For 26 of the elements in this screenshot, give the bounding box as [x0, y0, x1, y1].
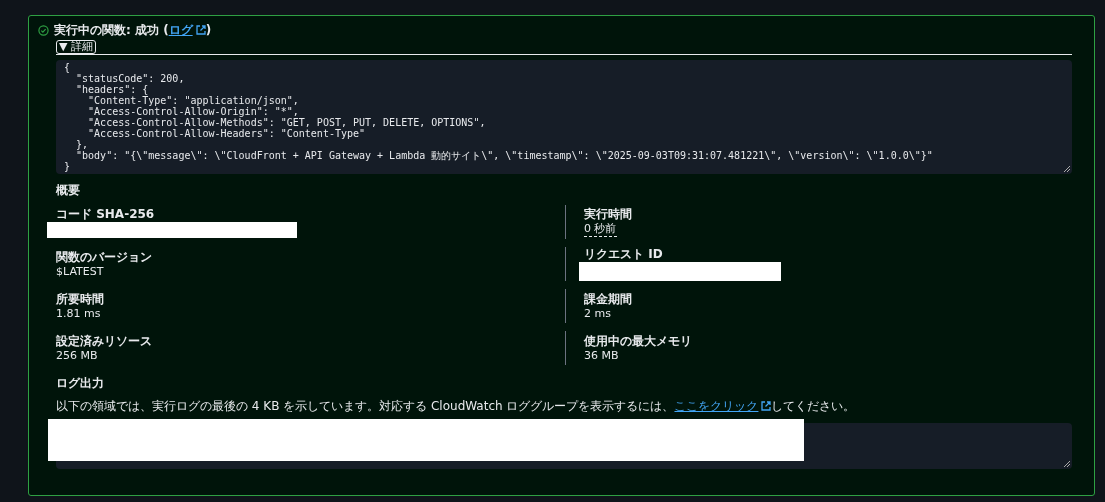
field-value: 36 MB: [584, 348, 620, 363]
field-label: 所要時間: [56, 291, 105, 307]
section-heading: ログ出力: [56, 375, 105, 392]
response-output: { "statusCode": 200, "headers": { "Content-Type": "application/json", "Access-Control-Allow-Origin": "*", "Access-Control-Allow-Methods": "GET, POST, PUT, DELETE, OPTIONS", "Access-Control-Allow-Headers": "Content-Type" }, "body": "{\"message\": \"CloudFront + API Gateway + Lambda 動的サイト\", \"timestamp\": \"2025-09-03T09:31:07.481221\", \"version\": \"1.0.0\"}" }: [56, 60, 1072, 174]
field-label: 課金期間: [584, 291, 633, 307]
details-toggle[interactable]: ▼ 詳細: [56, 40, 97, 54]
status-message: 実行中の関数: 成功 (ログ ): [54, 22, 212, 39]
section-heading: 概要: [56, 182, 81, 199]
field-label: 実行時間: [584, 207, 633, 222]
log-description: 以下の領域では、実行ログの最後の 4 KB を示しています。対応する CloudWatch ロググループを表示するには、ここをクリック してください。: [56, 398, 857, 415]
field-value: 1.81 ms: [56, 306, 102, 321]
external-link-icon[interactable]: [761, 401, 772, 411]
click-here-link[interactable]: ここをクリック: [674, 399, 759, 413]
field-value[interactable]: 0 秒前: [584, 222, 617, 237]
field-label: コード SHA-256: [56, 206, 156, 222]
log-link[interactable]: ログ: [168, 23, 193, 37]
field-label: 使用中の最大メモリ: [584, 333, 693, 349]
external-link-icon[interactable]: [195, 25, 206, 35]
field-label: 関数のバージョン: [56, 249, 153, 265]
field-value: $LATEST: [56, 264, 105, 279]
field-label: 設定済みリソース: [56, 333, 153, 349]
field-value: 2 ms: [584, 306, 612, 321]
field-label: リクエスト ID: [584, 247, 664, 262]
resize-handle-icon[interactable]: [1063, 460, 1070, 467]
resize-handle-icon[interactable]: [1063, 165, 1070, 172]
field-value: 256 MB: [56, 348, 99, 363]
